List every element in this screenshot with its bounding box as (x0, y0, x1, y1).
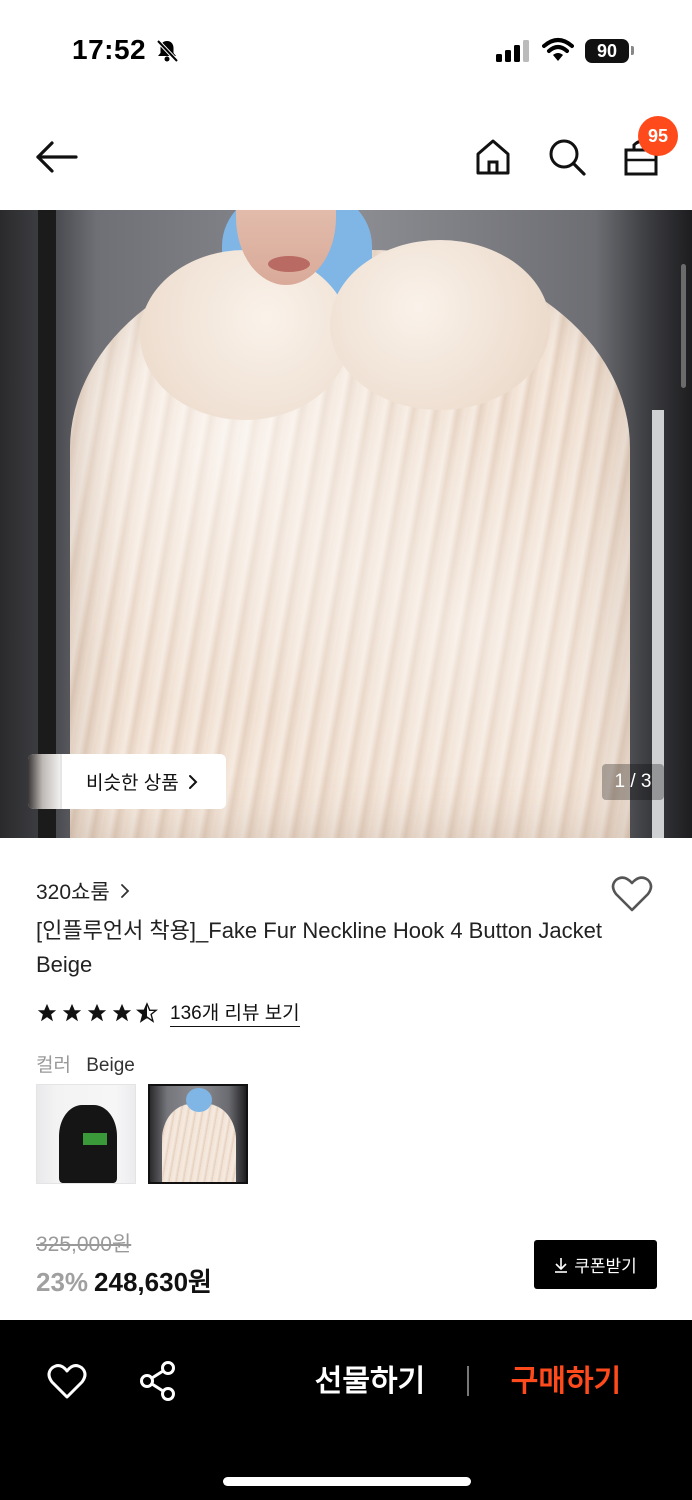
original-price: 325,000원 (36, 1233, 132, 1256)
price-row: 23% 248,630원 (36, 1262, 212, 1299)
bell-muted-icon (156, 39, 179, 63)
rating-stars (36, 1001, 158, 1024)
color-swatch-beige[interactable] (148, 1084, 248, 1184)
heart-icon[interactable] (610, 874, 654, 914)
image-page-indicator: 1 / 3 (602, 764, 664, 800)
buy-button[interactable]: 구매하기 (494, 1360, 638, 1404)
battery-indicator: 90 (585, 39, 629, 63)
color-row: 컬러 Beige (36, 1050, 135, 1077)
status-bar: 17:52 90 (0, 0, 692, 100)
star-icon (87, 1003, 107, 1021)
coupon-label: 쿠폰받기 (574, 1257, 637, 1276)
wifi-icon (542, 38, 574, 61)
fur-collar-shape (140, 250, 350, 420)
color-label: 컬러 (36, 1055, 71, 1076)
share-icon[interactable] (138, 1360, 178, 1402)
cart-count-badge: 95 (638, 116, 678, 156)
home-indicator[interactable] (223, 1477, 471, 1486)
download-icon (555, 1257, 568, 1273)
app-header: 95 (0, 100, 692, 210)
fur-collar-shape (330, 240, 550, 410)
search-icon[interactable] (544, 134, 590, 180)
chevron-right-icon (120, 884, 129, 898)
coupon-button[interactable]: 쿠폰받기 (534, 1240, 657, 1289)
similar-products-button[interactable]: 비슷한 상품 (28, 754, 226, 809)
swatch-image (186, 1088, 212, 1112)
review-link[interactable]: 136개 리뷰 보기 (170, 998, 300, 1027)
signal-icon (496, 40, 529, 62)
color-swatch-black[interactable] (36, 1084, 136, 1184)
product-image[interactable]: 비슷한 상품 1 / 3 (0, 210, 692, 838)
swatch-image (162, 1104, 236, 1182)
status-time: 17:52 (72, 34, 147, 65)
scrollbar[interactable] (681, 264, 686, 388)
home-icon[interactable] (470, 134, 516, 180)
discount-rate: 23% (36, 1267, 89, 1297)
rating-row: 136개 리뷰 보기 (36, 998, 300, 1027)
brand-link[interactable]: 320쇼룸 (36, 876, 130, 906)
back-arrow-icon[interactable] (28, 134, 84, 180)
image-background (38, 210, 56, 838)
product-title: [인플루언서 착용]_Fake Fur Neckline Hook 4 Butt… (36, 918, 602, 977)
color-value: Beige (86, 1055, 135, 1076)
heart-icon[interactable] (46, 1362, 88, 1402)
star-icon (112, 1003, 132, 1021)
lips-shape (268, 256, 310, 272)
star-icon (62, 1003, 82, 1021)
similar-product-thumbnail (28, 754, 62, 809)
star-half-icon (136, 1001, 158, 1023)
battery-tip (631, 46, 634, 55)
swatch-image (83, 1133, 107, 1145)
chevron-right-icon (188, 774, 198, 789)
bottom-action-bar: 선물하기 구매하기 (0, 1320, 692, 1500)
similar-products-label: 비슷한 상품 (86, 773, 179, 794)
divider (467, 1366, 469, 1396)
brand-name: 320쇼룸 (36, 881, 110, 904)
sale-price: 248,630원 (94, 1267, 212, 1297)
star-icon (37, 1003, 57, 1021)
gift-button[interactable]: 선물하기 (300, 1360, 440, 1404)
